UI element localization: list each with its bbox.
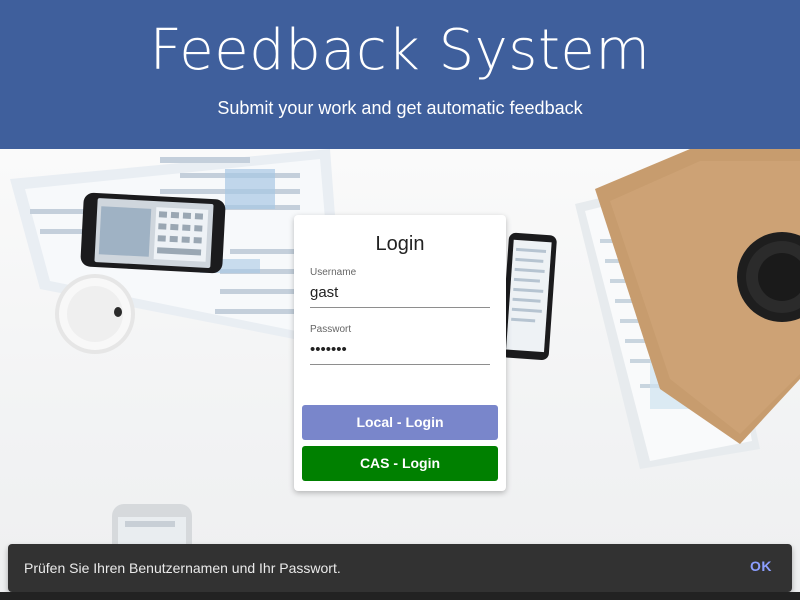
password-underline [310,364,490,365]
username-label: Username [310,267,357,278]
local-login-button[interactable]: Local - Login [302,405,498,440]
snackbar-ok-button[interactable]: OK [750,558,772,574]
header-banner: Feedback System Submit your work and get… [0,0,800,149]
username-underline [310,307,490,308]
coffee-cup-lid [55,274,135,354]
snackbar-message: Prüfen Sie Ihren Benutzernamen und Ihr P… [24,560,341,576]
phone-device [500,232,557,360]
cas-login-button[interactable]: CAS - Login [302,446,498,481]
password-field[interactable]: Passwort ••••••• [310,324,490,365]
page-title: Feedback System [149,18,651,83]
page-subtitle: Submit your work and get automatic feedb… [217,98,583,118]
username-input[interactable]: gast [310,284,490,304]
login-card: Login Username gast Passwort ••••••• Loc… [294,215,506,491]
login-title: Login [375,233,425,255]
error-snackbar: Prüfen Sie Ihren Benutzernamen und Ihr P… [8,544,792,592]
phone-device [80,192,226,274]
username-field[interactable]: Username gast [310,267,490,308]
bottom-edge [0,592,800,600]
page: Feedback System Submit your work and get… [0,0,800,600]
password-label: Passwort [310,324,352,335]
password-input[interactable]: ••••••• [310,341,490,361]
